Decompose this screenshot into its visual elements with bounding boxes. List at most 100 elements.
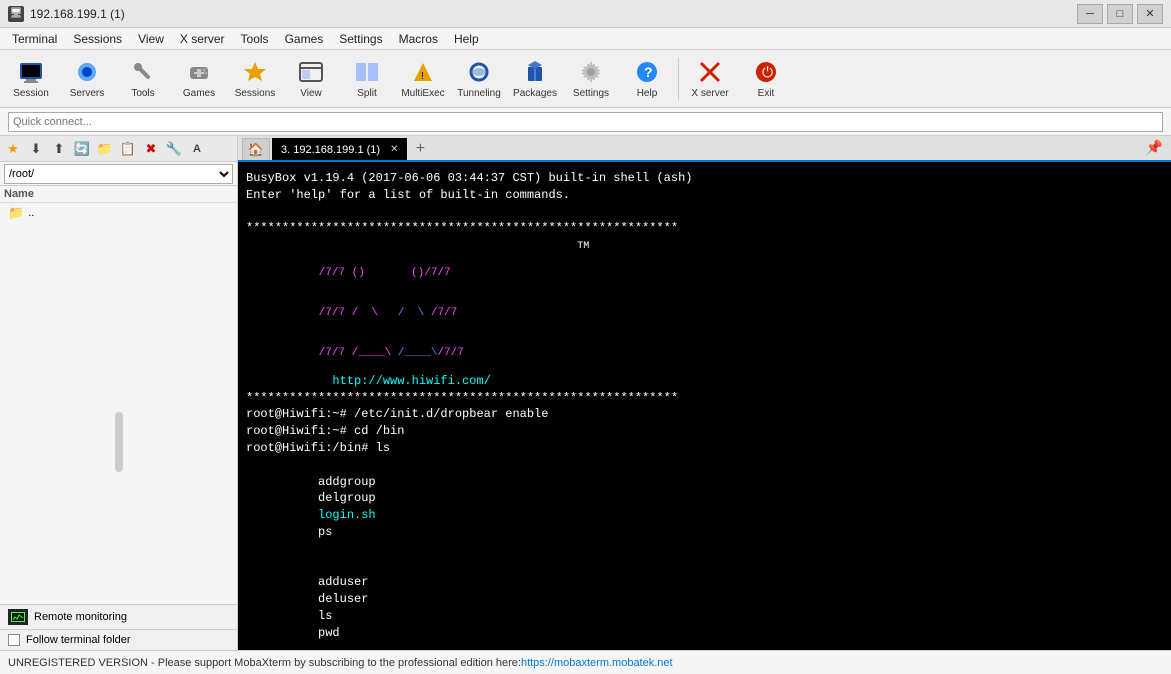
sidebar-download-button[interactable]: ⬇ (25, 138, 47, 160)
svg-text:!: ! (421, 71, 424, 82)
list-item[interactable]: 📁 .. (0, 203, 237, 223)
sidebar-spacer (0, 404, 237, 605)
toolbar-xserver[interactable]: X server (683, 53, 737, 105)
toolbar-view[interactable]: View (284, 53, 338, 105)
sidebar-newfolder-button[interactable]: 📁 (94, 138, 116, 160)
main-layout: ★ ⬇ ⬆ 🔄 📁 📋 ✖ 🔧 A /root/ Name 📁 .. (0, 136, 1171, 650)
menubar: Terminal Sessions View X server Tools Ga… (0, 28, 1171, 50)
toolbar-tunneling[interactable]: Tunneling (452, 53, 506, 105)
file-name: .. (28, 207, 34, 219)
minimize-button[interactable]: ─ (1077, 4, 1103, 24)
terminal-line: http://www.hiwifi.com/ (246, 373, 1163, 390)
view-label: View (300, 88, 322, 99)
folder-icon: 📁 (8, 205, 24, 221)
close-button[interactable]: ✕ (1137, 4, 1163, 24)
games-label: Games (183, 88, 215, 99)
titlebar: 🖥 192.168.199.1 (1) ─ □ ✕ (0, 0, 1171, 28)
help-icon: ? (633, 58, 661, 86)
svg-text:⏻: ⏻ (762, 64, 773, 80)
toolbar-exit[interactable]: ⏻ Exit (739, 53, 793, 105)
menu-help[interactable]: Help (446, 30, 487, 48)
terminal-line: addgroup delgroup login.sh ps (246, 457, 1163, 558)
toolbar-help[interactable]: ? Help (620, 53, 674, 105)
sidebar-path: /root/ (0, 162, 237, 186)
settings-icon (577, 58, 605, 86)
exit-label: Exit (758, 88, 775, 99)
remote-monitoring-button[interactable]: Remote monitoring (0, 604, 237, 629)
sessions-icon (241, 58, 269, 86)
monitor-icon (8, 609, 28, 625)
menu-view[interactable]: View (130, 30, 172, 48)
toolbar-tools[interactable]: Tools (116, 53, 170, 105)
servers-label: Servers (70, 88, 104, 99)
toolbar-packages[interactable]: Packages (508, 53, 562, 105)
terminal-line: /7/7 () ()/7/7 (246, 254, 1163, 294)
toolbar-settings[interactable]: Settings (564, 53, 618, 105)
follow-terminal-label: Follow terminal folder (26, 634, 131, 646)
home-tab[interactable]: 🏠 (242, 138, 270, 160)
toolbar-sessions[interactable]: Sessions (228, 53, 282, 105)
terminal-container[interactable]: BusyBox v1.19.4 (2017-06-06 03:44:37 CST… (238, 162, 1171, 650)
tunneling-icon (465, 58, 493, 86)
window-title: 192.168.199.1 (1) (30, 7, 1077, 21)
games-icon (185, 58, 213, 86)
sidebar-file-list: 📁 .. (0, 203, 237, 404)
terminal-line: root@Hiwifi:~# /etc/init.d/dropbear enab… (246, 406, 1163, 423)
tab-add-button[interactable]: + (409, 138, 431, 160)
sidebar-upload-button[interactable]: ⬆ (48, 138, 70, 160)
sidebar-text-button[interactable]: A (186, 138, 208, 160)
sidebar-toolbar: ★ ⬇ ⬆ 🔄 📁 📋 ✖ 🔧 A (0, 136, 237, 162)
sidebar-refresh-button[interactable]: 🔄 (71, 138, 93, 160)
toolbar-session[interactable]: Session (4, 53, 58, 105)
pin-icon[interactable]: 📌 (1142, 136, 1167, 160)
terminal-line: root@Hiwifi:~# cd /bin (246, 423, 1163, 440)
menu-sessions[interactable]: Sessions (65, 30, 130, 48)
tools-icon (129, 58, 157, 86)
xserver-icon (696, 58, 724, 86)
sidebar-delete-button[interactable]: ✖ (140, 138, 162, 160)
terminal-line: root@Hiwifi:/bin# ls (246, 440, 1163, 457)
tab-label: 3. 192.168.199.1 (1) (281, 144, 380, 156)
settings-label: Settings (573, 88, 609, 99)
follow-terminal-checkbox[interactable] (8, 634, 20, 646)
statusbar-text: UNREGISTERED VERSION - Please support Mo… (8, 657, 521, 669)
sidebar-star-button[interactable]: ★ (2, 138, 24, 160)
terminal[interactable]: BusyBox v1.19.4 (2017-06-06 03:44:37 CST… (238, 162, 1171, 650)
packages-label: Packages (513, 88, 557, 99)
servers-icon (73, 58, 101, 86)
statusbar-link[interactable]: https://mobaxterm.mobatek.net (521, 657, 673, 669)
multiexec-icon: ! (409, 58, 437, 86)
app-icon: 🖥 (8, 6, 24, 22)
toolbar-games[interactable]: Games (172, 53, 226, 105)
toolbar-split[interactable]: Split (340, 53, 394, 105)
tab-192[interactable]: 3. 192.168.199.1 (1) ✕ (272, 138, 407, 160)
sidebar-copy-button[interactable]: 📋 (117, 138, 139, 160)
svg-text:?: ? (644, 64, 653, 80)
quickconnect-input[interactable] (8, 112, 1163, 132)
terminal-line: /7/7 / \ / \ /7/7 (246, 294, 1163, 334)
menu-tools[interactable]: Tools (233, 30, 277, 48)
terminal-line: TM (246, 237, 1163, 254)
tunneling-label: Tunneling (457, 88, 501, 99)
tab-close-button[interactable]: ✕ (390, 144, 398, 155)
menu-macros[interactable]: Macros (391, 30, 446, 48)
exit-icon: ⏻ (752, 58, 780, 86)
maximize-button[interactable]: □ (1107, 4, 1133, 24)
toolbar-multiexec[interactable]: ! MultiExec (396, 53, 450, 105)
menu-terminal[interactable]: Terminal (4, 30, 65, 48)
multiexec-label: MultiExec (401, 88, 444, 99)
sidebar-path-select[interactable]: /root/ (4, 164, 233, 184)
view-icon (297, 58, 325, 86)
toolbar-separator (678, 58, 679, 100)
menu-xserver[interactable]: X server (172, 30, 233, 48)
terminal-line: /7/7 /____\ /____\/7/7 (246, 333, 1163, 373)
sidebar-header: Name (0, 186, 237, 203)
menu-settings[interactable]: Settings (331, 30, 390, 48)
menu-games[interactable]: Games (277, 30, 332, 48)
sidebar-settings-button[interactable]: 🔧 (163, 138, 185, 160)
terminal-line (246, 204, 1163, 221)
terminal-line: ****************************************… (246, 220, 1163, 237)
sidebar: ★ ⬇ ⬆ 🔄 📁 📋 ✖ 🔧 A /root/ Name 📁 .. (0, 136, 238, 650)
toolbar-servers[interactable]: Servers (60, 53, 114, 105)
split-label: Split (357, 88, 376, 99)
